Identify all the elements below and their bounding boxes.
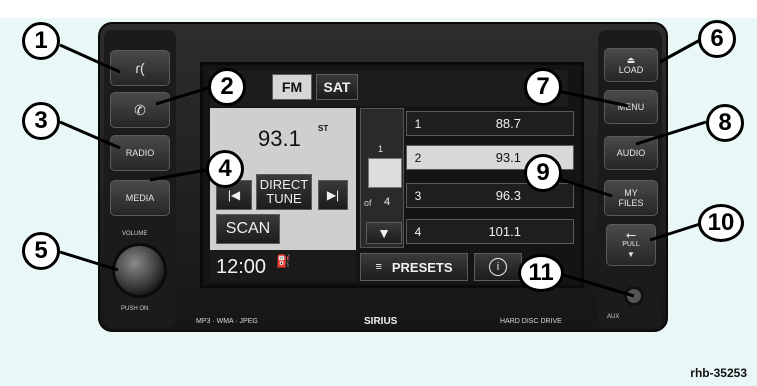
callout-5: 5 [22,232,60,270]
callout-6: 6 [698,20,736,58]
callout-leader-lines [59,38,707,298]
callout-10: 10 [698,204,744,242]
callout-7: 7 [524,68,562,106]
callout-11: 11 [518,254,564,292]
callout-2: 2 [208,68,246,106]
figure-reference: rhb-35253 [690,366,747,380]
callout-8: 8 [706,104,744,142]
callout-3: 3 [22,102,60,140]
callout-1: 1 [22,22,60,60]
callout-4: 4 [206,150,244,188]
callout-9: 9 [524,154,562,192]
